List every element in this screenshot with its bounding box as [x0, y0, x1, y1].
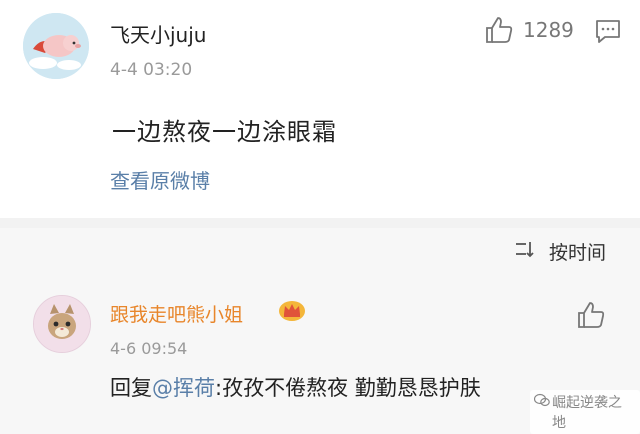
mention-link[interactable]: @挥荷	[152, 376, 215, 400]
reply-timestamp: 4-6 09:54	[110, 339, 188, 358]
view-original-link[interactable]: 查看原微博	[110, 165, 210, 194]
reply-prefix: 回复	[110, 376, 152, 400]
cat-avatar	[34, 296, 90, 352]
flying-pig-avatar	[23, 13, 89, 79]
thumbs-up-icon[interactable]	[576, 300, 606, 334]
comment-bubble-icon[interactable]	[594, 17, 622, 49]
crown-icon	[278, 298, 306, 326]
wechat-icon	[533, 393, 550, 411]
user-avatar[interactable]	[23, 13, 89, 79]
thumbs-up-icon	[484, 15, 514, 49]
comment-timestamp: 4-4 03:20	[110, 60, 193, 80]
watermark: 崛起逆袭之地	[530, 390, 640, 434]
like-count: 1289	[523, 18, 574, 42]
sort-icon[interactable]	[514, 240, 536, 263]
reply-username[interactable]: 跟我走吧熊小姐	[110, 300, 243, 327]
reply-body: :孜孜不倦熬夜 勤勤恳恳护肤	[215, 376, 481, 400]
reply-text: 回复@挥荷:孜孜不倦熬夜 勤勤恳恳护肤	[110, 372, 481, 402]
comment-username[interactable]: 飞天小juju	[110, 19, 206, 48]
reply-user-avatar[interactable]	[33, 295, 91, 353]
sort-bar: 按时间	[0, 228, 640, 274]
sort-by-time-button[interactable]: 按时间	[549, 238, 606, 265]
comment-text: 一边熬夜一边涂眼霜	[112, 118, 337, 146]
section-divider	[0, 218, 640, 228]
watermark-text: 崛起逆袭之地	[552, 395, 622, 431]
